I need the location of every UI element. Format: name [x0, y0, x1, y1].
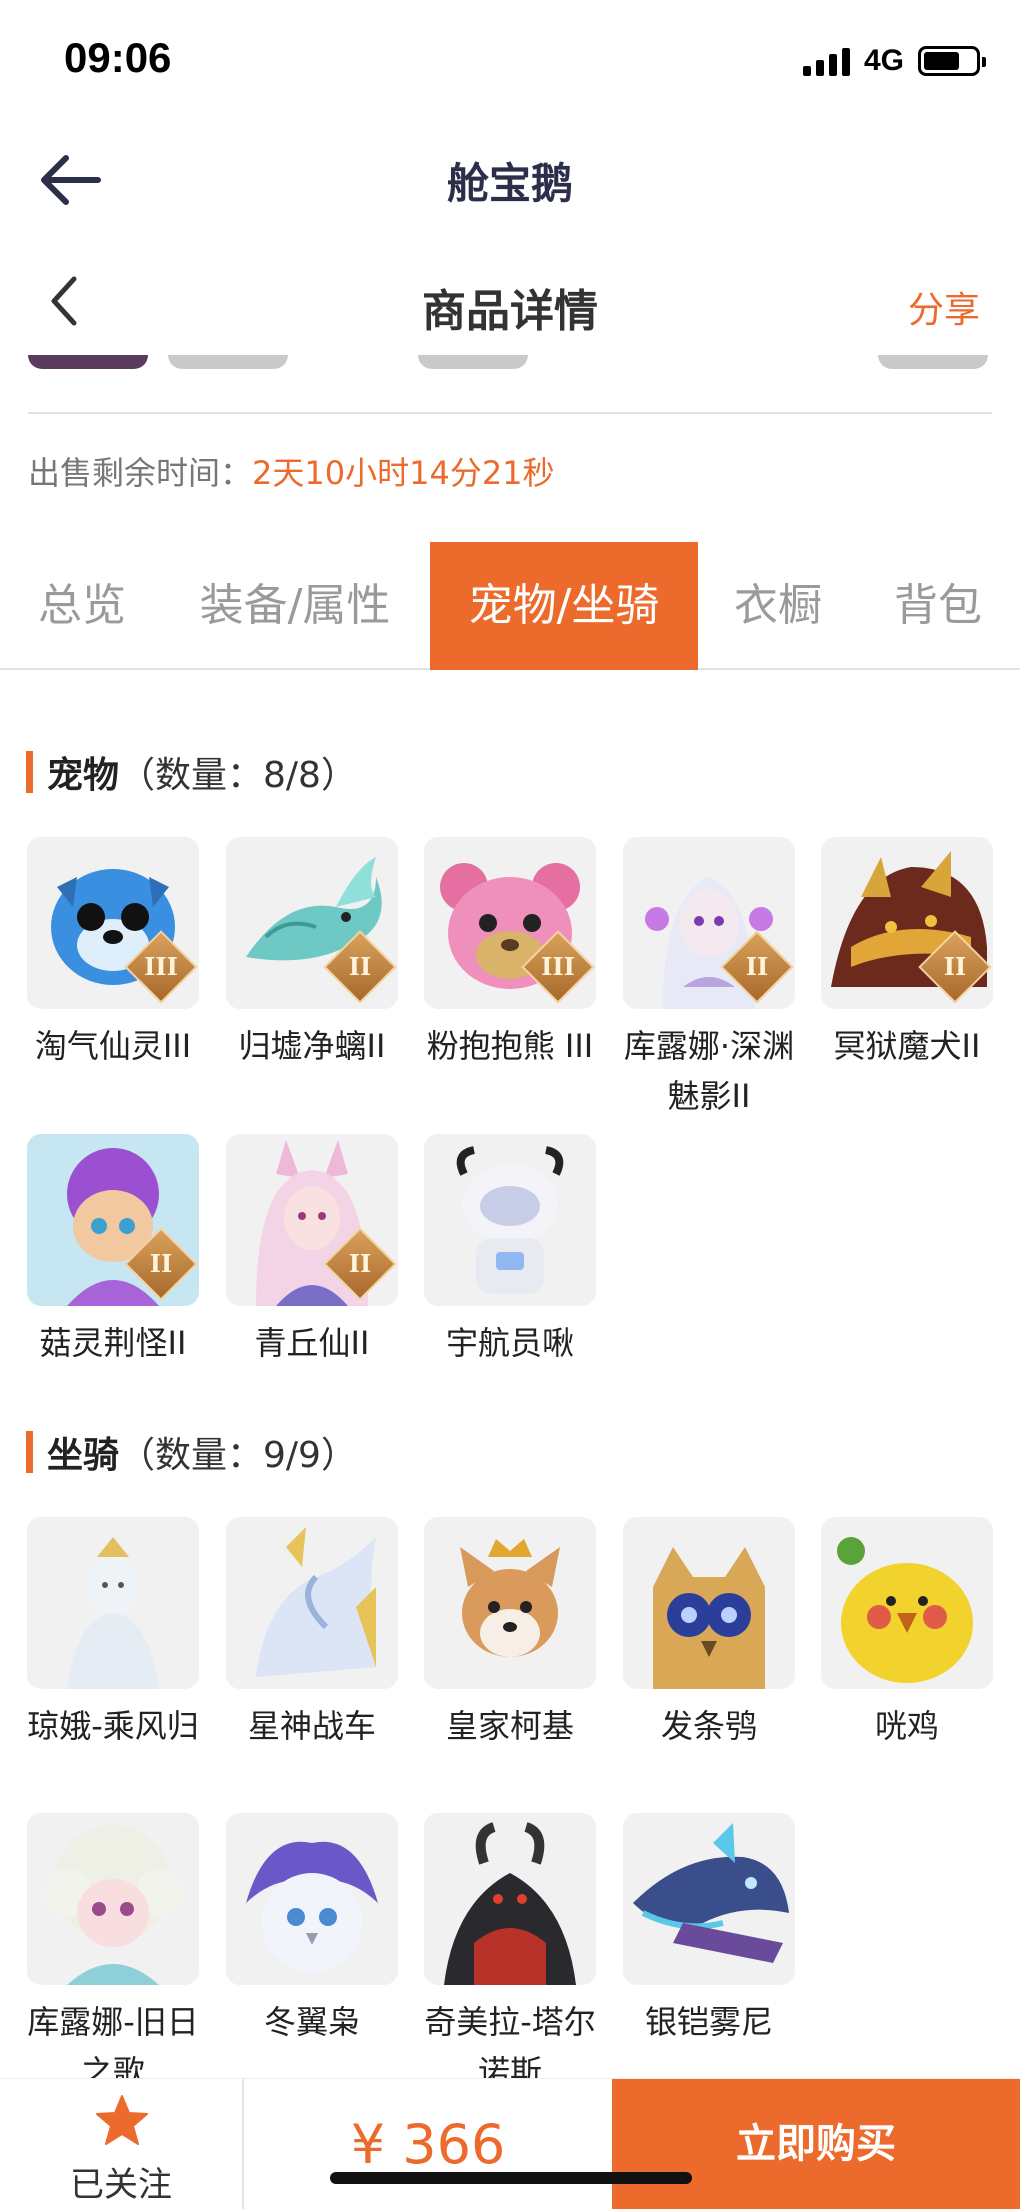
mount-item[interactable]: 发条鸮 [623, 1517, 795, 1751]
pet-item[interactable]: II 归墟净螭II [226, 837, 398, 1071]
mount-thumbnail [27, 1517, 199, 1689]
pet-thumbnail: II [226, 837, 398, 1009]
tab-equipment[interactable]: 装备/属性 [190, 542, 400, 670]
section-count: （数量：9/9） [119, 1435, 357, 1476]
page-title: 商品详情 [422, 286, 598, 337]
tab-bag[interactable]: 背包 [876, 542, 1000, 670]
mount-name: 皇家柯基 [445, 1707, 574, 1745]
section-name: 坐骑 [47, 1435, 120, 1476]
status-time: 09:06 [64, 34, 172, 81]
mount-item[interactable]: 咣鸡 [821, 1517, 993, 1751]
pet-thumbnail: II [821, 837, 993, 1009]
pet-item[interactable]: 宇航员啾 [424, 1134, 596, 1368]
mount-thumbnail [424, 1517, 596, 1689]
sale-time-value: 2天10小时14分21秒 [252, 454, 555, 492]
pet-name: 菇灵荆怪II [39, 1324, 187, 1362]
tab-wardrobe[interactable]: 衣橱 [716, 542, 840, 670]
pets-section-title: 宠物 （数量：8/8） [26, 746, 357, 798]
pet-thumbnail: II [27, 1134, 199, 1306]
mount-item[interactable]: 冬翼枭 [226, 1813, 398, 2047]
follow-button[interactable]: 已关注 [0, 2079, 244, 2209]
sale-time-label: 出售剩余时间： [28, 454, 253, 492]
pet-name: 粉抱抱熊 III [426, 1027, 594, 1065]
pet-item[interactable]: II 冥狱魔犬II [821, 837, 993, 1071]
share-button[interactable]: 分享 [908, 281, 980, 333]
mounts-section-title: 坐骑 （数量：9/9） [26, 1426, 357, 1478]
network-type: 4G [863, 44, 904, 77]
mount-name: 冬翼枭 [263, 2003, 360, 2041]
mount-name: 星神战车 [247, 1707, 376, 1745]
section-name: 宠物 [47, 755, 120, 796]
app-title: 舱宝鹅 [446, 159, 573, 208]
app-header: 舱宝鹅 [0, 120, 1020, 236]
scrolled-content-remnant [28, 355, 992, 385]
pet-name: 宇航员啾 [445, 1324, 574, 1362]
pet-thumbnail: III [424, 837, 596, 1009]
page-header: 商品详情 分享 [0, 245, 1020, 365]
pet-thumbnail: II [623, 837, 795, 1009]
pet-name: 青丘仙II [254, 1324, 370, 1362]
mount-thumbnail [623, 1517, 795, 1689]
pet-item[interactable]: II 青丘仙II [226, 1134, 398, 1368]
mount-name: 咣鸡 [874, 1707, 939, 1745]
pet-item[interactable]: III 淘气仙灵III [27, 837, 199, 1071]
mount-thumbnail [623, 1813, 795, 1985]
tab-bar: 总览 装备/属性 宠物/坐骑 衣橱 背包 [0, 542, 1020, 670]
pet-item[interactable]: II 菇灵荆怪II [27, 1134, 199, 1368]
mount-thumbnail [424, 1813, 596, 1985]
pet-thumbnail [424, 1134, 596, 1306]
pet-name: 归墟净螭II [238, 1027, 386, 1065]
tab-overview[interactable]: 总览 [22, 542, 142, 670]
mount-item[interactable]: 星神战车 [226, 1517, 398, 1751]
mount-item[interactable]: 库露娜-旧日之歌 [27, 1813, 199, 2097]
section-marker [26, 1431, 33, 1473]
buy-now-button[interactable]: 立即购买 [612, 2079, 1020, 2209]
pet-thumbnail: III [27, 837, 199, 1009]
mount-item[interactable]: 琼娥-乘风归 [27, 1517, 199, 1751]
pet-item[interactable]: III 粉抱抱熊 III [424, 837, 596, 1071]
mount-thumbnail [226, 1517, 398, 1689]
pet-name: 库露娜·深渊魅影II [623, 1027, 795, 1115]
mount-item[interactable]: 皇家柯基 [424, 1517, 596, 1751]
bottom-action-bar: 已关注 ¥ 366 立即购买 [0, 2078, 1020, 2209]
mount-name: 银铠雾尼 [644, 2003, 773, 2041]
home-indicator[interactable] [330, 2172, 692, 2184]
status-indicators: 4G [802, 44, 986, 78]
battery-icon [918, 46, 986, 76]
star-icon [96, 2095, 148, 2145]
mount-name: 发条鸮 [660, 1707, 757, 1745]
mount-thumbnail [27, 1813, 199, 1985]
divider [28, 412, 992, 414]
mount-item[interactable]: 奇美拉-塔尔诺斯 [424, 1813, 596, 2097]
tab-pets-mounts[interactable]: 宠物/坐骑 [430, 542, 698, 670]
pet-name: 淘气仙灵III [34, 1027, 192, 1065]
mount-thumbnail [226, 1813, 398, 1985]
mount-name: 琼娥-乘风归 [27, 1707, 199, 1745]
section-marker [26, 751, 33, 793]
section-count: （数量：8/8） [119, 755, 357, 796]
signal-icon [802, 46, 850, 76]
pet-item[interactable]: II 库露娜·深渊魅影II [623, 837, 795, 1121]
pet-name: 冥狱魔犬II [833, 1027, 981, 1065]
price: ¥ 366 [350, 2113, 506, 2176]
sale-remaining-time: 出售剩余时间：2天10小时14分21秒 [28, 448, 555, 494]
status-bar: 09:06 4G [0, 0, 1020, 120]
mount-thumbnail [821, 1517, 993, 1689]
pet-thumbnail: II [226, 1134, 398, 1306]
follow-label: 已关注 [70, 2165, 172, 2205]
mount-item[interactable]: 银铠雾尼 [623, 1813, 795, 2047]
